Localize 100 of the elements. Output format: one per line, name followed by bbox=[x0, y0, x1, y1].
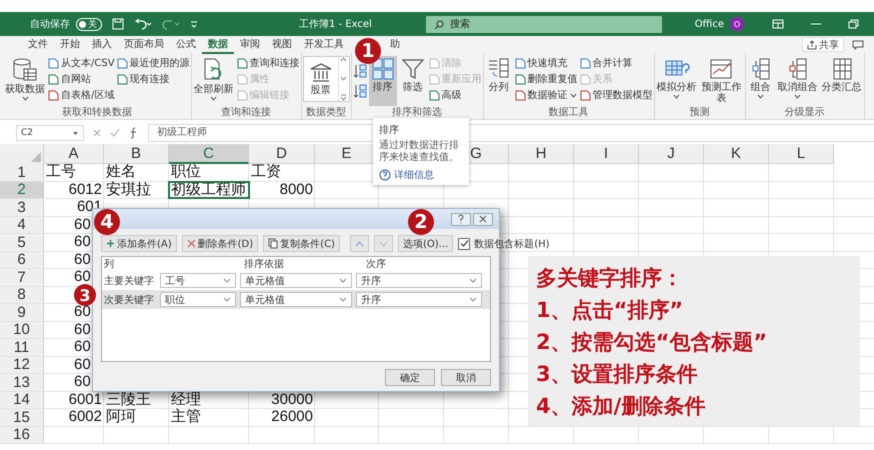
row-header[interactable]: 2 bbox=[0, 182, 44, 198]
row-header[interactable]: 14 bbox=[0, 392, 44, 408]
row-header[interactable]: 10 bbox=[0, 322, 44, 338]
user-name[interactable]: Office bbox=[694, 18, 724, 30]
column-header[interactable]: D bbox=[249, 144, 315, 164]
ribbon-button[interactable]: 获取数据 bbox=[4, 56, 46, 106]
has-headers-checkbox[interactable]: 数据包含标题(H) bbox=[458, 236, 550, 250]
column-dropdown[interactable]: 职位 bbox=[160, 292, 236, 307]
more-info-link[interactable]: 详细信息 bbox=[394, 168, 434, 182]
more-icon[interactable] bbox=[340, 94, 348, 101]
copy-level-button[interactable]: 复制条件(C) bbox=[263, 235, 340, 252]
row-header[interactable]: 16 bbox=[0, 426, 44, 443]
user-avatar[interactable]: O bbox=[730, 17, 744, 31]
scroll-up-icon[interactable] bbox=[340, 57, 348, 62]
undo-icon[interactable] bbox=[134, 18, 152, 30]
ribbon-button[interactable]: 数据验证 bbox=[514, 88, 578, 102]
ribbon-button[interactable]: 快速填充 bbox=[514, 56, 578, 70]
sort-on-dropdown[interactable]: 单元格值 bbox=[240, 292, 352, 307]
row-header[interactable]: 11 bbox=[0, 339, 44, 356]
ribbon-tab[interactable]: 开发工具 bbox=[298, 36, 350, 54]
row-header[interactable]: 5 bbox=[0, 234, 44, 250]
column-dropdown[interactable]: 工号 bbox=[160, 273, 236, 288]
column-header[interactable]: J bbox=[639, 144, 704, 164]
restore-icon[interactable] bbox=[848, 19, 860, 29]
row-header[interactable]: 7 bbox=[0, 269, 44, 286]
row-header[interactable]: 1 bbox=[0, 164, 44, 180]
ribbon-button[interactable]: 排序 bbox=[368, 56, 397, 106]
ribbon-button[interactable]: 现有连接 bbox=[116, 72, 190, 86]
name-box[interactable]: C2 bbox=[16, 125, 84, 141]
column-header[interactable]: C bbox=[169, 144, 249, 164]
close-icon bbox=[186, 239, 196, 248]
sort-level-row[interactable]: 次要关键字 职位 单元格值 升序 bbox=[102, 290, 490, 309]
ribbon-button[interactable]: 从文本/CSV bbox=[48, 56, 115, 70]
column-header[interactable]: H bbox=[509, 144, 574, 164]
ribbon-tab[interactable]: 公式 bbox=[170, 36, 202, 54]
ribbon-button[interactable]: 自表格/区域 bbox=[48, 88, 115, 102]
ribbon-tab[interactable]: 视图 bbox=[266, 36, 298, 54]
column-header[interactable]: A bbox=[44, 144, 104, 164]
table-cell-text: 60 bbox=[73, 339, 92, 356]
row-header[interactable]: 4 bbox=[0, 216, 44, 233]
ribbon-button[interactable]: 组合 bbox=[746, 56, 775, 106]
ribbon-tab[interactable]: 插入 bbox=[86, 36, 118, 54]
sort-descending-icon[interactable] bbox=[352, 83, 367, 99]
ribbon-button[interactable]: 查询和连接 bbox=[236, 56, 300, 70]
ribbon-tab[interactable]: 审阅 bbox=[234, 36, 266, 54]
ribbon-button[interactable]: 管理数据模型 bbox=[580, 88, 653, 102]
ribbon-button[interactable]: 最近使用的源 bbox=[116, 56, 190, 70]
scroll-down-icon[interactable] bbox=[340, 76, 348, 80]
share-button[interactable]: 共享 bbox=[802, 37, 844, 52]
autosave-toggle[interactable]: 关 bbox=[76, 18, 102, 30]
options-button[interactable]: 选项(O)... bbox=[398, 235, 454, 252]
data-type-gallery[interactable]: 股票 bbox=[302, 56, 350, 102]
ribbon-tab[interactable]: 助 bbox=[384, 36, 406, 54]
table-cell-text: 60 bbox=[73, 269, 92, 286]
ribbon-button[interactable]: 预测工作表 bbox=[700, 56, 744, 106]
redo-icon[interactable] bbox=[162, 18, 180, 30]
ribbon-button[interactable]: 自网站 bbox=[48, 72, 115, 86]
row-header[interactable]: 15 bbox=[0, 409, 44, 426]
ok-button[interactable]: 确定 bbox=[385, 369, 435, 386]
row-header[interactable]: 9 bbox=[0, 304, 44, 320]
ribbon-tab[interactable]: 文件 bbox=[22, 36, 54, 54]
table-cell-text: 职位 bbox=[170, 164, 202, 180]
ribbon-button[interactable]: 高级 bbox=[428, 88, 482, 102]
order-dropdown[interactable]: 升序 bbox=[356, 292, 482, 307]
column-header[interactable]: L bbox=[769, 144, 834, 164]
row-header[interactable]: 3 bbox=[0, 199, 44, 216]
help-button[interactable] bbox=[451, 212, 471, 226]
ribbon-button[interactable]: 分列 bbox=[484, 56, 513, 106]
row-header[interactable]: 12 bbox=[0, 356, 44, 373]
save-icon[interactable] bbox=[112, 18, 124, 30]
ribbon-button[interactable]: 取消组合 bbox=[776, 56, 819, 106]
row-header[interactable]: 6 bbox=[0, 252, 44, 268]
column-header[interactable]: K bbox=[704, 144, 769, 164]
ribbon-button[interactable]: 模拟分析 bbox=[656, 56, 698, 106]
delete-level-button[interactable]: 删除条件(D) bbox=[182, 235, 258, 252]
cancel-button[interactable]: 取消 bbox=[441, 369, 491, 386]
ribbon-button[interactable]: 分类汇总 bbox=[820, 56, 863, 106]
database-icon bbox=[12, 57, 38, 83]
ribbon-display-icon[interactable] bbox=[772, 19, 784, 29]
row-header[interactable]: 13 bbox=[0, 374, 44, 390]
close-button[interactable] bbox=[473, 212, 493, 226]
ribbon-button[interactable]: 全部刷新 bbox=[192, 56, 235, 106]
order-dropdown[interactable]: 升序 bbox=[356, 273, 482, 288]
ribbon-tab[interactable]: 页面布局 bbox=[118, 36, 170, 54]
notes-title: 多关键字排序： bbox=[536, 265, 683, 292]
sort-level-row[interactable]: 主要关键字 工号 单元格值 升序 bbox=[102, 271, 490, 290]
sort-ascending-icon[interactable] bbox=[352, 63, 367, 79]
ribbon-tab[interactable]: 开始 bbox=[54, 36, 86, 54]
comment-icon[interactable] bbox=[852, 40, 864, 50]
search-field[interactable]: 搜索 bbox=[426, 16, 662, 32]
column-header[interactable]: B bbox=[104, 144, 169, 164]
row-header[interactable]: 8 bbox=[0, 286, 44, 303]
add-level-button[interactable]: 添加条件(A) bbox=[101, 235, 177, 252]
ribbon-button[interactable]: 删除重复值 bbox=[514, 72, 578, 86]
caret-icon bbox=[72, 130, 79, 136]
sort-on-dropdown[interactable]: 单元格值 bbox=[240, 273, 352, 288]
ribbon-button[interactable]: 合并计算 bbox=[580, 56, 653, 70]
table-cell-text: 三陵王 bbox=[105, 392, 152, 408]
ribbon-button[interactable]: 筛选 bbox=[398, 56, 427, 106]
column-header[interactable]: I bbox=[574, 144, 639, 164]
